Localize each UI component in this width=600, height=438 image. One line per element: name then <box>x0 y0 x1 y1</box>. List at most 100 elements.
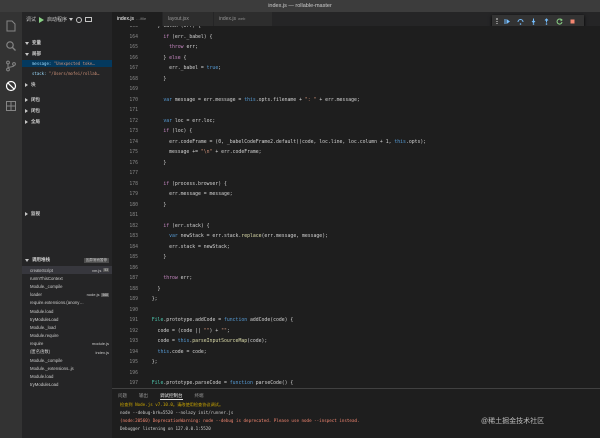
var-group-local[interactable]: 局部 <box>22 50 112 58</box>
step-into-icon[interactable] <box>529 17 537 25</box>
frame-function: Module._extensions..js <box>30 365 74 371</box>
grip-handle[interactable] <box>496 18 498 24</box>
line-number: 178 <box>129 181 138 187</box>
code-line: 188 } <box>112 284 600 295</box>
callstack-frame[interactable]: Module._extensions..js <box>22 364 112 372</box>
code-line: 175 message += "\n" + err.codeFrame; <box>112 147 600 158</box>
callstack-frame[interactable]: Module.require <box>22 332 112 340</box>
step-over-icon[interactable] <box>516 17 524 25</box>
code-editor[interactable]: 163 } catch (err) {164 if (err._babel) {… <box>112 26 600 388</box>
callstack-frame[interactable]: Module.load <box>22 373 112 381</box>
watch-section-title: 监视 <box>31 211 40 216</box>
tab-problems[interactable]: 问题 <box>118 391 127 400</box>
frame-file: index.js <box>95 349 109 355</box>
frame-file: module.js <box>91 341 109 347</box>
line-number: 164 <box>129 34 138 40</box>
variable-row[interactable]: message: "Unexpected toke… <box>22 60 112 67</box>
code-line: 195 }; <box>112 357 600 368</box>
continue-icon[interactable] <box>503 17 511 25</box>
code-text: } catch (err) { <box>146 26 201 29</box>
var-group-label: 闭包 <box>31 108 40 113</box>
frame-line-badge: 568 <box>101 292 109 297</box>
callstack-frame[interactable]: loader node.js 568 <box>22 291 112 299</box>
frame-line-badge: 53 <box>103 268 109 273</box>
callstack-frame[interactable]: Module._compile <box>22 282 112 290</box>
debug-icon[interactable] <box>5 80 17 92</box>
watermark: @稀土掘金技术社区 <box>481 418 545 425</box>
code-text: var message = err.message = this.opts.fi… <box>163 97 360 103</box>
code-line: 196 <box>112 368 600 379</box>
gear-icon[interactable] <box>76 16 83 23</box>
launch-config-value: 启动程序 <box>47 17 68 23</box>
chevron-down-icon <box>25 41 29 45</box>
watch-section-header[interactable]: 监视 <box>22 210 112 218</box>
line-number: 167 <box>129 66 138 71</box>
tab-index-js-web[interactable]: index.js web <box>214 12 272 26</box>
stop-icon[interactable] <box>568 17 576 25</box>
code-line: 168 } <box>112 74 600 85</box>
chevron-down-icon <box>25 52 29 56</box>
var-group-global[interactable]: 全局 <box>22 118 112 126</box>
step-out-icon[interactable] <box>542 17 550 25</box>
tab-terminal[interactable]: 终端 <box>195 391 204 400</box>
chevron-down-icon <box>69 18 74 21</box>
code-line: 183 var newStack = err.stack.replace(err… <box>112 231 600 242</box>
callstack-frame[interactable]: tryModuleLoad <box>22 381 112 389</box>
callstack-frame[interactable]: require module.js <box>22 340 112 348</box>
callstack-section-title: 调用堆栈 <box>32 257 50 262</box>
callstack-frame[interactable]: createScript vm.js 53 <box>22 266 112 275</box>
extensions-icon[interactable] <box>5 100 17 112</box>
tab-debug-console[interactable]: 调试控制台 <box>160 391 183 400</box>
line-number: 194 <box>129 349 138 355</box>
var-group-label: 块 <box>31 82 36 87</box>
line-number: 165 <box>129 45 138 50</box>
variable-row[interactable]: stack: "/Users/mofei/rollab… <box>32 70 112 77</box>
line-number: 173 <box>129 129 138 134</box>
line-number: 197 <box>129 381 138 386</box>
callstack-frame[interactable]: Module._load <box>22 323 112 331</box>
code-text: var loc = err.loc; <box>163 118 216 124</box>
code-text: }; <box>146 360 158 365</box>
tab-output[interactable]: 输出 <box>139 391 148 400</box>
code-text: throw err; <box>169 45 199 50</box>
code-line: 194 this.code = code; <box>112 347 600 358</box>
code-line: 190 <box>112 305 600 316</box>
restart-icon[interactable] <box>555 17 563 25</box>
callstack-frame[interactable]: tryModuleLoad <box>22 315 112 323</box>
tab-index-js[interactable]: index.js …/file <box>112 12 162 26</box>
callstack-section-header[interactable]: 调用堆栈 因异常而暂停 <box>22 256 112 264</box>
callstack-frame[interactable]: runInThisContext <box>22 274 112 282</box>
code-line: 180 } <box>112 200 600 211</box>
code-text: if (err._babel) { <box>163 34 213 40</box>
terminal-icon[interactable] <box>85 17 93 22</box>
explorer-icon[interactable] <box>5 20 17 32</box>
var-group-block[interactable]: 块 <box>22 81 112 89</box>
source-control-icon[interactable] <box>5 60 17 72</box>
line-number: 180 <box>129 202 138 208</box>
console-line: 检查到 Node.js v7.10.0。请改使用检查协议调试。 <box>120 402 224 407</box>
line-number: 169 <box>129 87 138 92</box>
callstack-frame[interactable]: Module.load <box>22 307 112 315</box>
line-number: 190 <box>129 307 138 313</box>
variables-section-header[interactable]: 变量 <box>22 39 112 47</box>
code-text: File.prototype.parseCode = function pars… <box>151 381 294 386</box>
var-group-closure[interactable]: 闭包 <box>22 96 112 104</box>
code-line: 177 <box>112 168 600 179</box>
callstack-frame[interactable]: (匿名函数) index.js <box>22 348 112 356</box>
var-group-closure-2[interactable]: 闭包 <box>22 107 112 115</box>
code-text: if (process.browser) { <box>163 181 227 187</box>
line-number: 191 <box>129 318 138 323</box>
tab-layout-jsx[interactable]: layout.jsx <box>163 12 213 26</box>
code-line: 174 err.codeFrame = (0, _babelCodeFrame2… <box>112 137 600 148</box>
activity-bar <box>0 12 22 438</box>
launch-config-select[interactable]: 启动程序 <box>47 16 74 23</box>
frame-function: loader <box>30 292 42 298</box>
callstack-frame[interactable]: Module._compile <box>22 356 112 364</box>
frame-function: require.extensions.(anony… <box>30 300 84 306</box>
line-number: 181 <box>129 213 138 218</box>
search-icon[interactable] <box>5 40 17 52</box>
callstack-frame[interactable]: require.extensions.(anony… <box>22 299 112 307</box>
code-text: } else { <box>146 55 187 61</box>
code-text: message += "\n" + err.codeFrame; <box>146 150 262 155</box>
start-debugging-icon[interactable] <box>39 16 45 23</box>
